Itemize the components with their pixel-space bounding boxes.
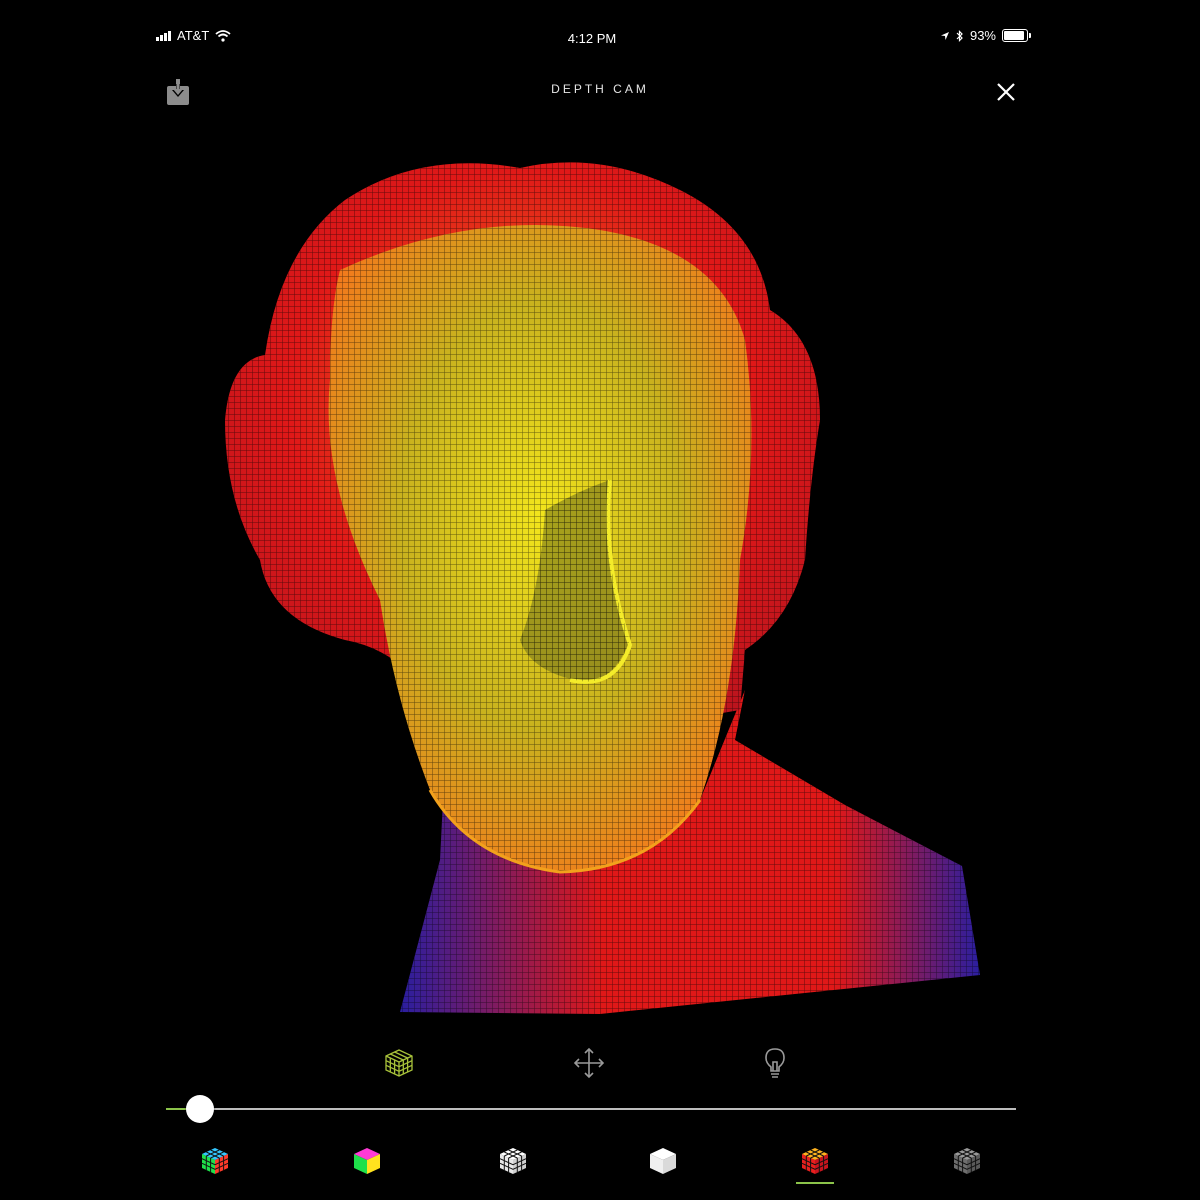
palette-option[interactable] xyxy=(350,1144,384,1184)
palette-option[interactable] xyxy=(950,1144,984,1184)
white-solid-cube-icon xyxy=(650,1148,676,1174)
close-icon xyxy=(997,83,1015,101)
palette-option[interactable] xyxy=(496,1144,530,1184)
status-bar: AT&T 4:12 PM 93% xyxy=(156,28,1031,50)
rainbow-grid-cube-icon xyxy=(201,1148,229,1174)
palette-option[interactable] xyxy=(646,1144,680,1184)
clock: 4:12 PM xyxy=(567,31,617,46)
mesh-cube-icon xyxy=(385,1049,413,1077)
move-arrows-icon xyxy=(573,1047,605,1079)
depth-slider[interactable] xyxy=(166,1095,1016,1123)
gray-grid-cube-icon xyxy=(953,1148,981,1174)
mesh-mode-button[interactable] xyxy=(382,1046,416,1080)
battery-icon xyxy=(1002,29,1031,42)
slider-thumb[interactable] xyxy=(186,1095,214,1123)
lighting-button[interactable] xyxy=(758,1046,792,1080)
mesh-face xyxy=(328,225,752,874)
heat-grid-cube-icon xyxy=(801,1148,829,1174)
depth-mesh-render xyxy=(225,162,980,1014)
bluetooth-icon xyxy=(956,29,963,42)
palette-option[interactable] xyxy=(198,1144,232,1184)
page-title: DEPTH CAM xyxy=(551,82,649,96)
selected-indicator xyxy=(796,1182,834,1184)
location-arrow-icon xyxy=(940,31,949,40)
depth-mesh-viewer[interactable] xyxy=(0,140,1200,1030)
palette-option[interactable] xyxy=(796,1144,834,1184)
move-button[interactable] xyxy=(572,1046,606,1080)
white-grid-cube-icon xyxy=(499,1148,527,1174)
battery-percent: 93% xyxy=(969,28,996,43)
slider-track xyxy=(166,1108,1016,1110)
close-button[interactable] xyxy=(994,80,1018,104)
lightbulb-icon xyxy=(765,1048,785,1078)
rainbow-solid-cube-icon xyxy=(354,1148,380,1174)
